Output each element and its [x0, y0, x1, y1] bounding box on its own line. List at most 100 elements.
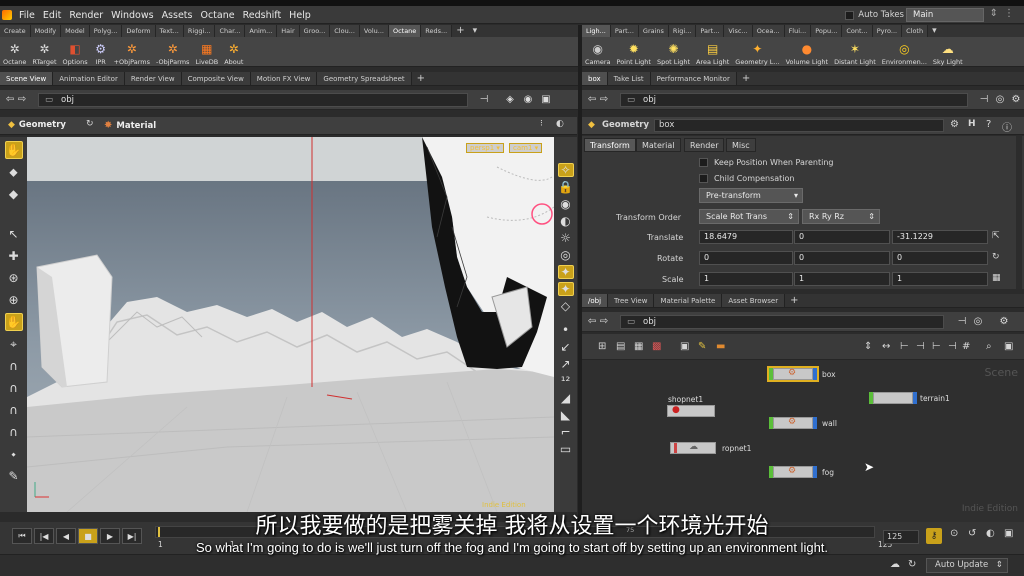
drop-icon[interactable]: ⬩	[5, 445, 23, 463]
snapshot-icon[interactable]: ◈	[504, 94, 516, 105]
shelf-tab-create[interactable]: Create	[0, 25, 31, 37]
shelf-tab-grains[interactable]: Grains	[638, 25, 669, 37]
network-box-icon[interactable]: ▬	[716, 341, 725, 352]
shelf-tab-modify[interactable]: Modify	[30, 25, 62, 37]
rotate-x-field[interactable]: 0	[699, 251, 793, 265]
scene-viewport[interactable]: persp1 ▾ cam1 ▾ Indie Edition	[27, 137, 554, 512]
node-box[interactable]: ⚙	[767, 366, 819, 382]
context-arrow-icon[interactable]: ↻	[86, 119, 94, 129]
translate-x-field[interactable]: 18.6479	[699, 230, 793, 244]
shelf-tab-populate[interactable]: Popu...	[811, 25, 843, 37]
help-icon[interactable]: ?	[986, 119, 991, 130]
menu-octane[interactable]: Octane	[196, 10, 238, 21]
network-forward-icon[interactable]: ⇨	[598, 316, 610, 327]
arrow-select-icon[interactable]: ↖	[5, 225, 23, 243]
translate-y-field[interactable]: 0	[794, 230, 890, 244]
tab-tree-view[interactable]: Tree View	[608, 294, 655, 307]
subtab-render[interactable]: Render	[684, 138, 725, 152]
tool-ipr[interactable]: ⚙ IPR	[91, 37, 111, 66]
align-vertical-icon[interactable]: ⇕	[864, 341, 872, 352]
rotate-order-menu[interactable]: Rx Ry Rz ⇕	[802, 209, 880, 224]
desktop-select[interactable]: Main	[906, 8, 984, 22]
shelf-tab-volume[interactable]: Volu...	[359, 25, 389, 37]
list-mode-icon[interactable]: ⊞	[598, 341, 606, 352]
tool-about[interactable]: ✲ About	[221, 37, 246, 66]
network-pin-icon[interactable]: ⊣	[956, 316, 968, 327]
scale-tool-icon[interactable]: ⊕	[5, 291, 23, 309]
back-icon[interactable]: ⇦	[4, 94, 16, 105]
param-link-icon[interactable]: ◎	[994, 94, 1006, 105]
menu-file[interactable]: File	[15, 10, 39, 21]
tile-mode-icon[interactable]: ▤	[616, 341, 625, 352]
sticky-icon[interactable]: ▣	[680, 341, 689, 352]
viewer-options-icon[interactable]: ◐	[556, 119, 564, 129]
tool-livedb[interactable]: ▦ LiveDB	[192, 37, 221, 66]
shelf-tab-container[interactable]: Cont...	[842, 25, 873, 37]
tab-box[interactable]: box	[582, 72, 608, 85]
transform-order-menu[interactable]: Scale Rot Trans ⇕	[699, 209, 799, 224]
subtab-misc[interactable]: Misc	[726, 138, 756, 152]
handle-tool-icon[interactable]: ⬥	[5, 163, 23, 181]
menu-more-icon[interactable]: ⋮	[1004, 8, 1014, 19]
network-link-icon[interactable]: ◎	[972, 316, 984, 327]
layout-3-icon[interactable]: ⊢	[932, 341, 941, 352]
scene-path-field[interactable]: ▭ obj	[38, 92, 468, 107]
rotate-tool-icon[interactable]: ⊛	[5, 269, 23, 287]
shelf-tab-texture[interactable]: Text...	[155, 25, 184, 37]
node-fog[interactable]: ⚙	[769, 466, 817, 478]
translate-handle-icon[interactable]: ⇱	[992, 231, 1000, 241]
align-horizontal-icon[interactable]: ↔	[882, 341, 890, 352]
node-fog-render-flag[interactable]	[813, 466, 817, 478]
info-icon[interactable]: ⓘ	[1002, 119, 1012, 134]
cloud-icon[interactable]: ☁	[890, 559, 900, 570]
add-tab-icon[interactable]: +	[412, 72, 430, 85]
tool-add-objparms[interactable]: ✲ +ObjParms	[111, 37, 153, 66]
numbers-icon[interactable]: ¹²	[557, 374, 575, 388]
context-geometry[interactable]: ◆ Geometry	[8, 120, 66, 130]
menu-help[interactable]: Help	[285, 10, 315, 21]
shelf-tab-deform[interactable]: Deform	[122, 25, 156, 37]
param-gear-icon[interactable]: ⚙	[1010, 94, 1022, 105]
param-pin-icon[interactable]: ⊣	[978, 94, 990, 105]
shelf-tab-particle-fluids[interactable]: Part...	[696, 25, 725, 37]
tool-area-light[interactable]: ▤ Area Light	[693, 37, 732, 66]
auto-takes-checkbox[interactable]	[845, 10, 855, 20]
tool-octane[interactable]: ✲ Octane	[0, 37, 29, 66]
node-box-render-flag[interactable]	[813, 368, 817, 380]
shelf-tab-animation[interactable]: Anim...	[245, 25, 278, 37]
menu-windows[interactable]: Windows	[107, 10, 157, 21]
move-tool-icon[interactable]: ✚	[5, 247, 23, 265]
tool-volume-light[interactable]: ● Volume Light	[783, 37, 831, 66]
primitive-numbers-icon[interactable]: ◢	[557, 391, 575, 405]
tab-animation-editor[interactable]: Animation Editor	[53, 72, 125, 85]
shelf-tab-grooming[interactable]: Groo...	[299, 25, 331, 37]
node-wall[interactable]: ⚙	[769, 417, 817, 429]
preview-icon[interactable]: ▣	[1004, 341, 1013, 352]
brush-icon[interactable]: ✎	[5, 467, 23, 485]
rotate-y-field[interactable]: 0	[794, 251, 890, 265]
sync-icon[interactable]: ↻	[908, 559, 916, 570]
uv-icon[interactable]: ◣	[557, 408, 575, 422]
shelf-tab-viscous[interactable]: Visc...	[724, 25, 753, 37]
network-add-tab-icon[interactable]: +	[785, 294, 803, 307]
magnet-icon[interactable]: ∩	[5, 423, 23, 441]
tab-take-list[interactable]: Take List	[607, 72, 651, 85]
shelf-tab-cloth[interactable]: Cloth	[902, 25, 929, 37]
background-icon[interactable]: ▭	[557, 442, 575, 456]
param-add-tab-icon[interactable]: +	[737, 72, 755, 85]
houdini-logo-icon[interactable]	[2, 10, 12, 20]
snap-icon[interactable]: ∩	[5, 357, 23, 375]
tool-spot-light[interactable]: ✺ Spot Light	[654, 37, 693, 66]
search-icon[interactable]: ⌕	[986, 341, 992, 352]
menu-assets[interactable]: Assets	[158, 10, 197, 21]
layout-4-icon[interactable]: ⊣	[948, 341, 957, 352]
tool-options[interactable]: ◧ Options	[60, 37, 91, 66]
pose-tool-icon[interactable]: ◆	[5, 185, 23, 203]
persp-menu[interactable]: persp1 ▾	[466, 143, 504, 153]
magnet-tool-icon[interactable]: ⌖	[5, 335, 23, 353]
pane-options-icon[interactable]: ▣	[540, 94, 552, 105]
pre-transform-menu[interactable]: Pre-transform ▾	[699, 188, 803, 203]
scale-handle-icon[interactable]: ▦	[992, 273, 1001, 283]
visibility-icon[interactable]: ◎	[557, 248, 575, 262]
point-display-icon[interactable]: •	[557, 323, 575, 337]
